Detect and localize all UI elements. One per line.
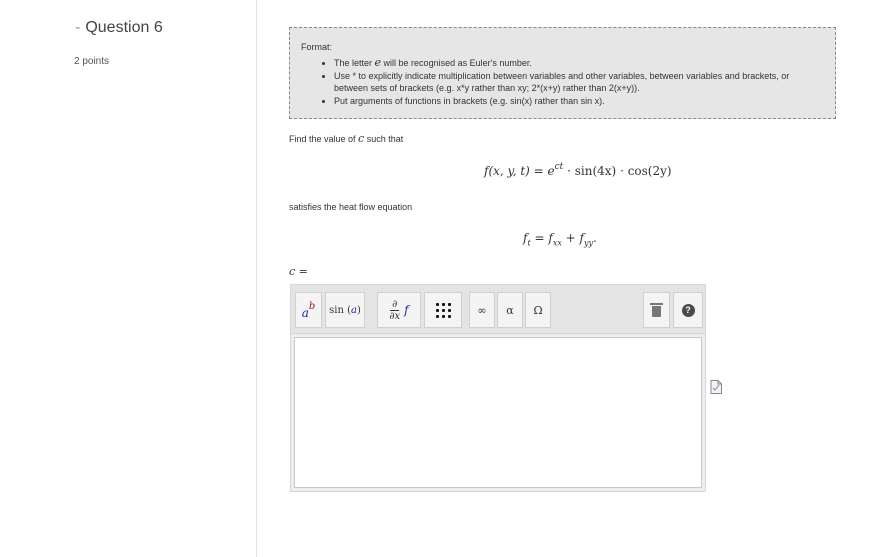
trash-icon bbox=[650, 302, 663, 317]
heat-equation-prompt: satisfies the heat flow equation bbox=[289, 202, 413, 212]
question-prompt: Find the value of c such that bbox=[289, 132, 404, 145]
answer-editor bbox=[290, 333, 706, 492]
format-heading: Format: bbox=[301, 42, 333, 52]
greek-lowercase-button[interactable]: α bbox=[497, 292, 523, 328]
heat-flow-equation: ft = fxx + fyy. bbox=[523, 231, 597, 248]
matrix-button[interactable] bbox=[424, 292, 462, 328]
infinity-button[interactable]: ∞ bbox=[469, 292, 495, 328]
answer-label: c = bbox=[289, 265, 308, 278]
column-divider bbox=[256, 0, 257, 557]
collapse-dash[interactable]: - bbox=[75, 19, 80, 36]
power-button[interactable]: ab bbox=[295, 292, 322, 328]
math-editor-toolbar: ab sin (a) ∂ ∂x f ∞ α Ω ? bbox=[290, 284, 706, 333]
format-item: Put arguments of functions in brackets (… bbox=[334, 95, 823, 108]
document-icon[interactable] bbox=[710, 380, 722, 394]
clear-button[interactable] bbox=[643, 292, 670, 328]
format-instructions: Format: The letter e will be recognised … bbox=[289, 27, 836, 119]
question-points: 2 points bbox=[74, 56, 110, 67]
question-title: - Question 6 bbox=[75, 19, 163, 36]
help-button[interactable]: ? bbox=[673, 292, 703, 328]
matrix-icon bbox=[435, 302, 451, 318]
format-item: Use * to explicitly indicate multiplicat… bbox=[334, 70, 823, 95]
format-item: The letter e will be recognised as Euler… bbox=[334, 56, 823, 70]
derivative-button[interactable]: ∂ ∂x f bbox=[377, 292, 421, 328]
question-info-panel: - Question 6 2 points bbox=[0, 0, 256, 557]
greek-uppercase-button[interactable]: Ω bbox=[525, 292, 551, 328]
function-button[interactable]: sin (a) bbox=[325, 292, 365, 328]
format-list: The letter e will be recognised as Euler… bbox=[301, 56, 823, 108]
help-icon: ? bbox=[681, 303, 695, 317]
answer-input[interactable] bbox=[294, 337, 702, 488]
function-equation: f(x, y, t) = ect · sin(4x) · cos(2y) bbox=[484, 162, 672, 178]
